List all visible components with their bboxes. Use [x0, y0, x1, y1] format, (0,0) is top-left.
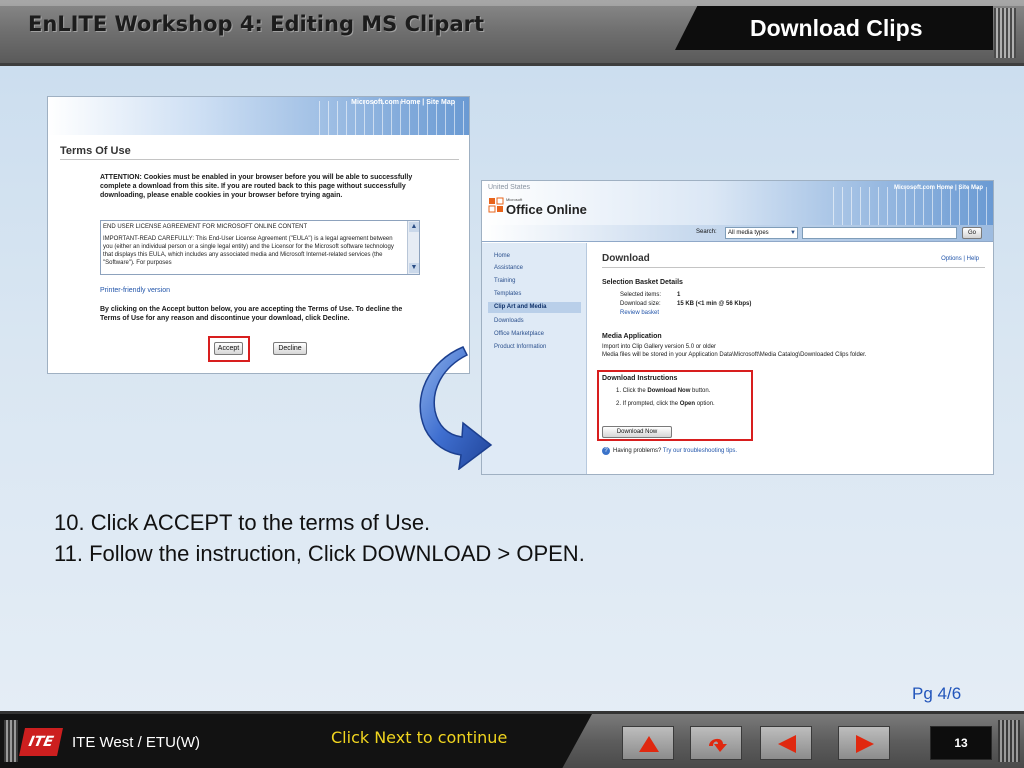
- page-indicator: Pg 4/6: [912, 684, 962, 703]
- review-basket-link[interactable]: Review basket: [620, 310, 659, 316]
- eula-title: END USER LICENSE AGREEMENT FOR MICROSOFT…: [103, 224, 308, 230]
- organization-name: ITE West / ETU(W): [72, 734, 201, 751]
- nav-downloads[interactable]: Downloads: [494, 318, 524, 324]
- download-size-value: 15 KB (<1 min @ 56 Kbps): [677, 301, 752, 307]
- download-heading: Download: [602, 253, 650, 264]
- header-grip-decoration: [994, 8, 1016, 58]
- divider: [602, 267, 985, 268]
- troubleshooting-link[interactable]: Try our troubleshooting tips.: [663, 448, 737, 454]
- media-line-2: Media files will be stored in your Appli…: [602, 352, 867, 358]
- chevron-down-icon[interactable]: ▼: [790, 228, 796, 238]
- nav-templates[interactable]: Templates: [494, 291, 521, 297]
- selection-basket-heading: Selection Basket Details: [602, 279, 683, 286]
- ite-logo: ITE: [19, 728, 63, 756]
- ms-home-links[interactable]: Microsoft.com Home | Site Map: [894, 185, 983, 191]
- selected-items-value: 1: [677, 292, 681, 298]
- scroll-down-icon[interactable]: ▼: [409, 263, 419, 273]
- office-online-screenshot: United States Microsoft.com Home | Site …: [481, 180, 994, 475]
- help-prefix: Having problems?: [613, 448, 663, 454]
- instruction-step-11: 11. Follow the instruction, Click DOWNLO…: [54, 541, 585, 566]
- cookie-attention-text: ATTENTION: Cookies must be enabled in yo…: [100, 174, 413, 199]
- slide-instructions: 10. Click ACCEPT to the terms of Use. 11…: [54, 507, 754, 569]
- footer-grip-decoration: [4, 720, 18, 762]
- ms-home-links[interactable]: Microsoft.com Home | Site Map: [351, 99, 455, 106]
- next-hint-text: Click Next to continue: [331, 728, 508, 747]
- eula-scrollbar[interactable]: ▲ ▼: [407, 221, 419, 274]
- nav-assistance[interactable]: Assistance: [494, 265, 523, 271]
- footer-grip-decoration: [998, 720, 1020, 762]
- office-logo-icon: [488, 197, 504, 213]
- troubleshooting-text: Having problems? Try our troubleshooting…: [613, 448, 737, 454]
- region-label: United States: [488, 184, 531, 191]
- ms-banner: Microsoft.com Home | Site Map: [48, 97, 469, 135]
- decline-button[interactable]: Decline: [273, 342, 307, 355]
- next-slide-button[interactable]: [838, 726, 890, 760]
- search-input[interactable]: [802, 227, 957, 239]
- triangle-right-icon: [856, 735, 874, 753]
- nav-clip-art-and-media[interactable]: Clip Art and Media: [488, 302, 581, 313]
- eula-textbox[interactable]: END USER LICENSE AGREEMENT FOR MICROSOFT…: [100, 220, 420, 275]
- left-navigation: Home Assistance Training Templates Clip …: [482, 243, 587, 474]
- media-line-1: Import into Clip Gallery version 5.0 or …: [602, 344, 717, 350]
- options-help-links[interactable]: Options | Help: [941, 256, 979, 262]
- banner-grid-decoration: [833, 187, 993, 225]
- selected-items-label: Selected items:: [620, 292, 662, 298]
- divider: [60, 159, 459, 160]
- slide-number: 13: [954, 736, 968, 750]
- header-shine: [0, 0, 1024, 6]
- terms-heading: Terms Of Use: [60, 145, 131, 157]
- office-banner: United States Microsoft.com Home | Site …: [482, 181, 993, 225]
- media-type-select[interactable]: All media types ▼: [725, 227, 798, 239]
- logo-office-online: Office Online: [506, 202, 587, 217]
- help-icon: ?: [602, 447, 610, 455]
- curved-arrow-icon: [419, 346, 493, 470]
- printer-friendly-link[interactable]: Printer-friendly version: [100, 287, 170, 294]
- download-size-label: Download size:: [620, 301, 661, 307]
- nav-product-information[interactable]: Product Information: [494, 344, 546, 350]
- slide-footer: ITE ITE West / ETU(W) Click Next to cont…: [0, 711, 1024, 768]
- media-type-value: All media types: [728, 230, 769, 236]
- triangle-left-icon: [778, 735, 796, 753]
- eula-body: IMPORTANT-READ CAREFULLY: This End-User …: [103, 236, 394, 266]
- search-label: Search:: [696, 229, 717, 235]
- terms-of-use-screenshot: Microsoft.com Home | Site Map Terms Of U…: [47, 96, 470, 374]
- nav-home[interactable]: Home: [494, 253, 510, 259]
- workshop-title: EnLITE Workshop 4: Editing MS Clipart: [28, 12, 485, 36]
- media-application-heading: Media Application: [602, 333, 662, 340]
- nav-training[interactable]: Training: [494, 278, 515, 284]
- section-title: Download Clips: [750, 15, 923, 41]
- accept-highlight-box: [208, 336, 250, 362]
- return-button[interactable]: [690, 726, 742, 760]
- instructions-highlight-box: [597, 370, 753, 441]
- accept-decline-instructions: By clicking on the Accept button below, …: [100, 306, 403, 322]
- return-arrow-icon: [709, 738, 727, 752]
- slide-number-box: 13: [930, 726, 992, 760]
- eula-text: END USER LICENSE AGREEMENT FOR MICROSOFT…: [103, 223, 403, 271]
- slide-header: EnLITE Workshop 4: Editing MS Clipart Do…: [0, 0, 1024, 66]
- instruction-step-10: 10. Click ACCEPT to the terms of Use.: [54, 510, 431, 535]
- scroll-up-icon[interactable]: ▲: [409, 222, 419, 232]
- banner-grid-decoration: [319, 101, 469, 135]
- nav-office-marketplace[interactable]: Office Marketplace: [494, 331, 544, 337]
- first-slide-button[interactable]: [622, 726, 674, 760]
- search-bar: Search: All media types ▼ Go: [482, 225, 993, 242]
- previous-slide-button[interactable]: [760, 726, 812, 760]
- triangle-up-icon: [639, 736, 659, 752]
- go-button[interactable]: Go: [962, 227, 982, 239]
